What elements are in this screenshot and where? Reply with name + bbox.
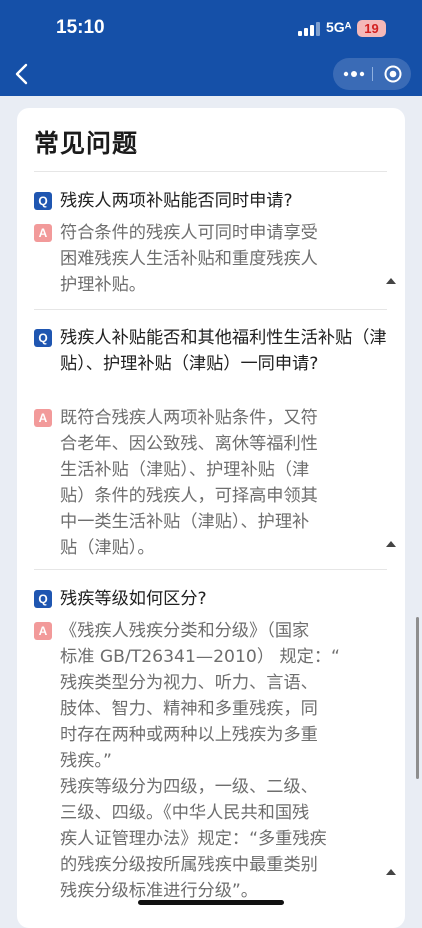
faq-card: 常见问题 Q 残疾人两项补贴能否同时申请? A 符合条件的残疾人可同时申请享受 …: [17, 108, 405, 928]
battery-level: 19: [357, 20, 386, 37]
question-text: 残疾人补贴能否和其他福利性生活补贴（津贴）、护理补贴（津贴）一同申请?: [60, 328, 387, 374]
status-time: 15:10: [56, 17, 105, 38]
back-button[interactable]: [10, 60, 36, 88]
home-indicator[interactable]: [138, 900, 284, 905]
chevron-left-icon: [15, 63, 28, 85]
page-title: 常见问题: [34, 129, 139, 158]
question-text: 残疾等级如何区分?: [60, 589, 207, 609]
target-circle-icon[interactable]: [384, 65, 402, 83]
item-divider: [34, 309, 387, 310]
question-badge: Q: [34, 329, 52, 347]
answer-text: 既符合残疾人两项补贴条件，又符 合老年、因公致残、离休等福利性 生活补贴（津贴）…: [60, 408, 318, 558]
question-badge: Q: [34, 590, 52, 608]
collapse-up-icon[interactable]: [386, 541, 396, 547]
question-badge: Q: [34, 192, 52, 210]
item-divider: [34, 569, 387, 570]
scrollbar[interactable]: [416, 617, 419, 779]
network-type: 5Gᴬ: [326, 19, 352, 35]
answer-badge: A: [34, 224, 52, 242]
question-text: 残疾人两项补贴能否同时申请?: [60, 191, 293, 211]
collapse-up-icon[interactable]: [386, 869, 396, 875]
answer-text: 《残疾人残疾分类和分级》（国家 标准 GB/T26341—2010） 规定：“ …: [60, 621, 340, 901]
answer-text: 符合条件的残疾人可同时申请享受 困难残疾人生活补贴和重度残疾人 护理补贴。: [60, 223, 318, 295]
collapse-up-icon[interactable]: [386, 278, 396, 284]
signal-icon: [298, 22, 320, 36]
app-header: 15:10 5Gᴬ 19: [0, 0, 422, 96]
more-dots-icon[interactable]: [343, 67, 365, 81]
title-divider: [34, 171, 387, 172]
answer-badge: A: [34, 409, 52, 427]
mini-program-capsule: [333, 58, 411, 90]
answer-badge: A: [34, 622, 52, 640]
capsule-divider: [372, 67, 373, 81]
